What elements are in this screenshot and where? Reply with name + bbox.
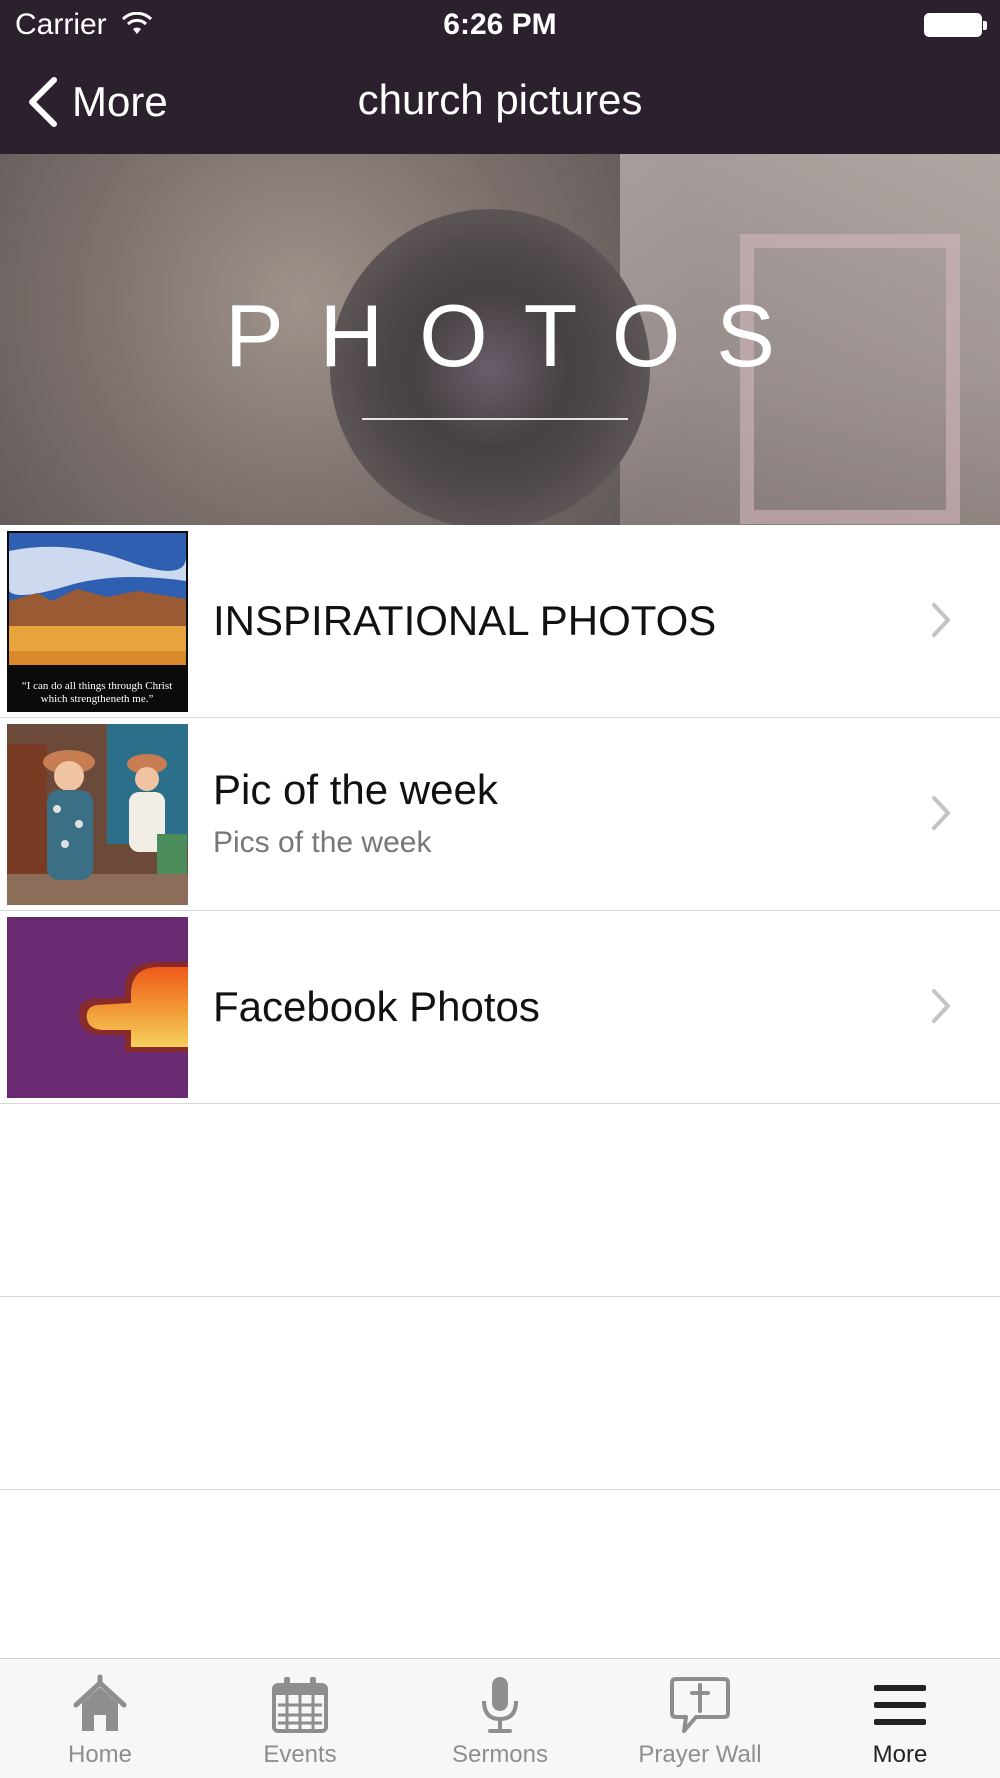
list-item-facebook-photos[interactable]: Facebook Photos xyxy=(0,911,1000,1104)
battery-icon xyxy=(924,13,987,37)
tab-label: Prayer Wall xyxy=(638,1741,762,1768)
tab-label: Sermons xyxy=(451,1741,549,1768)
banner-underline xyxy=(362,418,628,420)
list-item-pic-of-the-week[interactable]: Pic of the week Pics of the week xyxy=(0,718,1000,911)
chevron-right-icon xyxy=(932,796,950,830)
pic-of-the-week-thumbnail xyxy=(7,724,188,905)
tab-label: Events xyxy=(263,1741,337,1768)
top-bar: Carrier 6:26 PM More church pictures xyxy=(0,0,1000,154)
status-bar: Carrier 6:26 PM xyxy=(0,0,1000,50)
tab-prayer-wall[interactable]: Prayer Wall xyxy=(600,1659,800,1778)
home-icon xyxy=(73,1674,127,1731)
menu-icon xyxy=(874,1685,926,1725)
list-item-title: Facebook Photos xyxy=(213,983,540,1030)
facebook-photos-thumbnail xyxy=(7,917,188,1098)
tab-label: More xyxy=(872,1741,928,1768)
tab-events[interactable]: Events xyxy=(200,1659,400,1778)
page-title: church pictures xyxy=(357,76,643,123)
calendar-icon xyxy=(272,1677,328,1733)
list-item-inspirational-photos[interactable]: “I can do all things through Christ whic… xyxy=(0,525,1000,718)
inspirational-thumbnail: “I can do all things through Christ whic… xyxy=(7,531,188,712)
list-item-subtitle: Pics of the week xyxy=(213,826,432,859)
status-time: 6:26 PM xyxy=(443,8,557,41)
microphone-icon xyxy=(482,1677,518,1733)
chevron-right-icon xyxy=(932,603,950,637)
tab-home[interactable]: Home xyxy=(0,1659,200,1778)
prayer-bubble-icon xyxy=(670,1677,730,1733)
tab-bar: Home Events Sermons Prayer Wall More xyxy=(0,1658,1000,1778)
empty-list-row xyxy=(0,1297,1000,1490)
banner-title: PHOTOS xyxy=(224,286,811,385)
tab-label: Home xyxy=(67,1741,133,1768)
svg-text:“I can do all things through C: “I can do all things through Christ xyxy=(22,680,172,692)
album-list: “I can do all things through Christ whic… xyxy=(0,525,1000,1490)
empty-list-row xyxy=(0,1104,1000,1297)
tab-sermons[interactable]: Sermons xyxy=(400,1659,600,1778)
svg-text:which strengtheneth me.”: which strengtheneth me.” xyxy=(41,693,154,705)
list-item-title: Pic of the week xyxy=(213,766,498,813)
list-item-title: INSPIRATIONAL PHOTOS xyxy=(213,597,717,644)
tab-more[interactable]: More xyxy=(800,1659,1000,1778)
chevron-right-icon xyxy=(932,989,950,1023)
